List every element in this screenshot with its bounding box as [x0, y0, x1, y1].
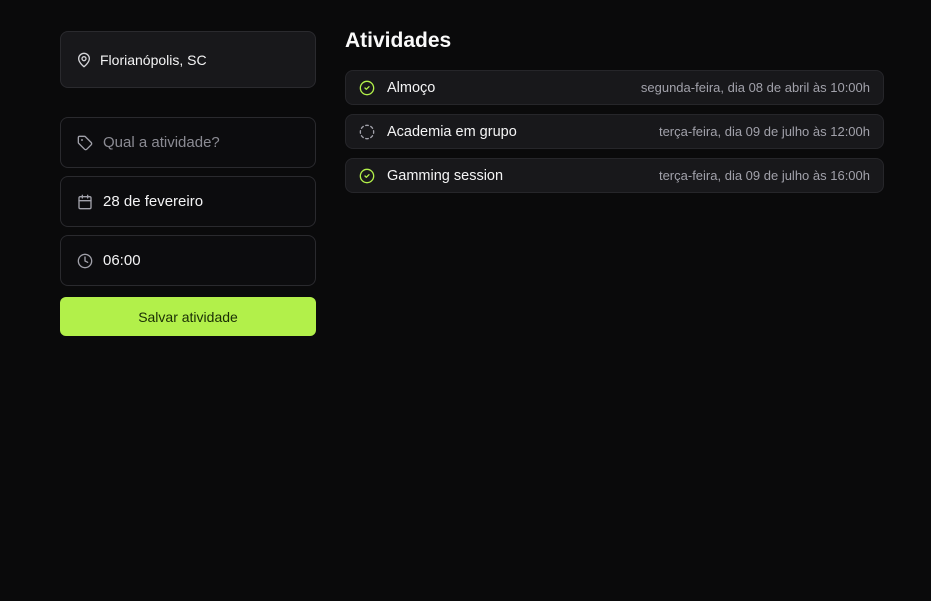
- activity-name-field[interactable]: [60, 117, 316, 168]
- activity-name: Gamming session: [387, 167, 504, 184]
- activity-name: Almoço: [387, 79, 436, 96]
- page-title: Atividades: [345, 29, 452, 52]
- activity-name-input[interactable]: [103, 134, 303, 151]
- circle-dashed-icon[interactable]: [359, 124, 375, 140]
- map-pin-icon: [76, 52, 92, 68]
- location-card: Florianópolis, SC: [60, 31, 316, 88]
- sidebar: Florianópolis, SC 28 de fevereiro: [60, 31, 316, 336]
- date-value: 28 de fevereiro: [103, 193, 204, 210]
- date-field[interactable]: 28 de fevereiro: [60, 176, 316, 227]
- tag-icon: [77, 135, 93, 151]
- activity-name: Academia em grupo: [387, 123, 517, 140]
- calendar-icon: [77, 194, 93, 210]
- activity-item[interactable]: Gamming session terça-feira, dia 09 de j…: [345, 158, 884, 193]
- time-field[interactable]: 06:00: [60, 235, 316, 286]
- location-text: Florianópolis, SC: [100, 51, 207, 68]
- time-value: 06:00: [103, 252, 141, 269]
- activities-panel: Atividades Almoço segunda-feira, dia 08 …: [345, 28, 884, 202]
- activity-date: terça-feira, dia 09 de julho às 16:00h: [658, 168, 870, 183]
- activity-item[interactable]: Academia em grupo terça-feira, dia 09 de…: [345, 114, 884, 149]
- activity-form: 28 de fevereiro 06:00 Salvar atividade: [60, 117, 316, 336]
- activity-list: Almoço segunda-feira, dia 08 de abril às…: [345, 70, 884, 193]
- clock-icon: [77, 253, 93, 269]
- save-activity-button[interactable]: Salvar atividade: [60, 297, 316, 336]
- activity-date: segunda-feira, dia 08 de abril às 10:00h: [640, 80, 870, 95]
- activity-item[interactable]: Almoço segunda-feira, dia 08 de abril às…: [345, 70, 884, 105]
- circle-check-icon[interactable]: [359, 80, 375, 96]
- circle-check-icon[interactable]: [359, 168, 375, 184]
- activity-date: terça-feira, dia 09 de julho às 12:00h: [658, 124, 870, 139]
